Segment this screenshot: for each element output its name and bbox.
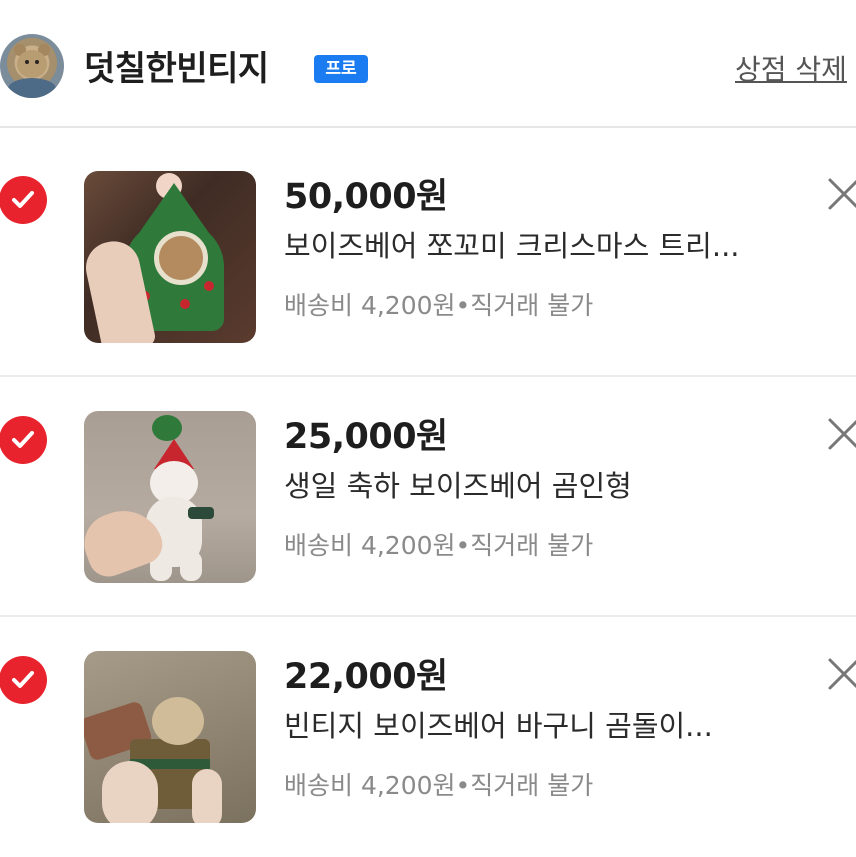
cart-item: 22,000원 빈티지 보이즈베어 바구니 곰돌이... 배송비 4,200원•… <box>0 618 856 857</box>
select-checkbox[interactable] <box>0 176 47 224</box>
item-price[interactable]: 50,000원 <box>284 174 448 220</box>
avatar-body-shape <box>8 78 56 98</box>
thumb-detail-shape <box>204 281 214 291</box>
avatar-eye-shape <box>35 60 39 64</box>
thumb-detail-shape <box>102 761 158 823</box>
item-title[interactable]: 빈티지 보이즈베어 바구니 곰돌이... <box>284 706 784 746</box>
avatar-eye-shape <box>25 60 29 64</box>
check-icon <box>12 431 34 448</box>
close-icon[interactable] <box>826 176 856 212</box>
close-icon[interactable] <box>826 656 856 692</box>
item-title[interactable]: 보이즈베어 쪼꼬미 크리스마스 트리... <box>284 226 784 266</box>
delete-shop-link[interactable]: 상점 삭제 <box>735 50 847 90</box>
pro-badge: 프로 <box>314 55 368 83</box>
check-icon <box>12 191 34 208</box>
close-icon[interactable] <box>826 416 856 452</box>
item-shipping: 배송비 4,200원•직거래 불가 <box>284 291 594 320</box>
thumb-detail-shape <box>180 299 190 309</box>
thumb-detail-shape <box>152 697 204 745</box>
avatar-face-shape <box>17 50 47 78</box>
thumb-detail-shape <box>192 769 222 823</box>
shop-header: 덧칠한빈티지 프로 상점 삭제 <box>0 0 856 128</box>
cart-item: 25,000원 생일 축하 보이즈베어 곰인형 배송비 4,200원•직거래 불… <box>0 378 856 617</box>
product-thumbnail[interactable] <box>84 651 256 823</box>
select-checkbox[interactable] <box>0 416 47 464</box>
thumb-detail-shape <box>180 551 202 581</box>
thumb-detail-shape <box>154 231 208 285</box>
cart-item: 50,000원 보이즈베어 쪼꼬미 크리스마스 트리... 배송비 4,200원… <box>0 138 856 377</box>
item-shipping: 배송비 4,200원•직거래 불가 <box>284 771 594 800</box>
product-thumbnail[interactable] <box>84 411 256 583</box>
shop-name[interactable]: 덧칠한빈티지 <box>84 46 269 92</box>
thumb-detail-shape <box>152 415 182 441</box>
select-checkbox[interactable] <box>0 656 47 704</box>
product-thumbnail[interactable] <box>84 171 256 343</box>
item-price[interactable]: 22,000원 <box>284 654 448 700</box>
check-icon <box>12 671 34 688</box>
thumb-detail-shape <box>188 507 214 519</box>
shop-avatar[interactable] <box>0 34 64 98</box>
item-price[interactable]: 25,000원 <box>284 414 448 460</box>
item-shipping: 배송비 4,200원•직거래 불가 <box>284 531 594 560</box>
item-title[interactable]: 생일 축하 보이즈베어 곰인형 <box>284 466 784 506</box>
